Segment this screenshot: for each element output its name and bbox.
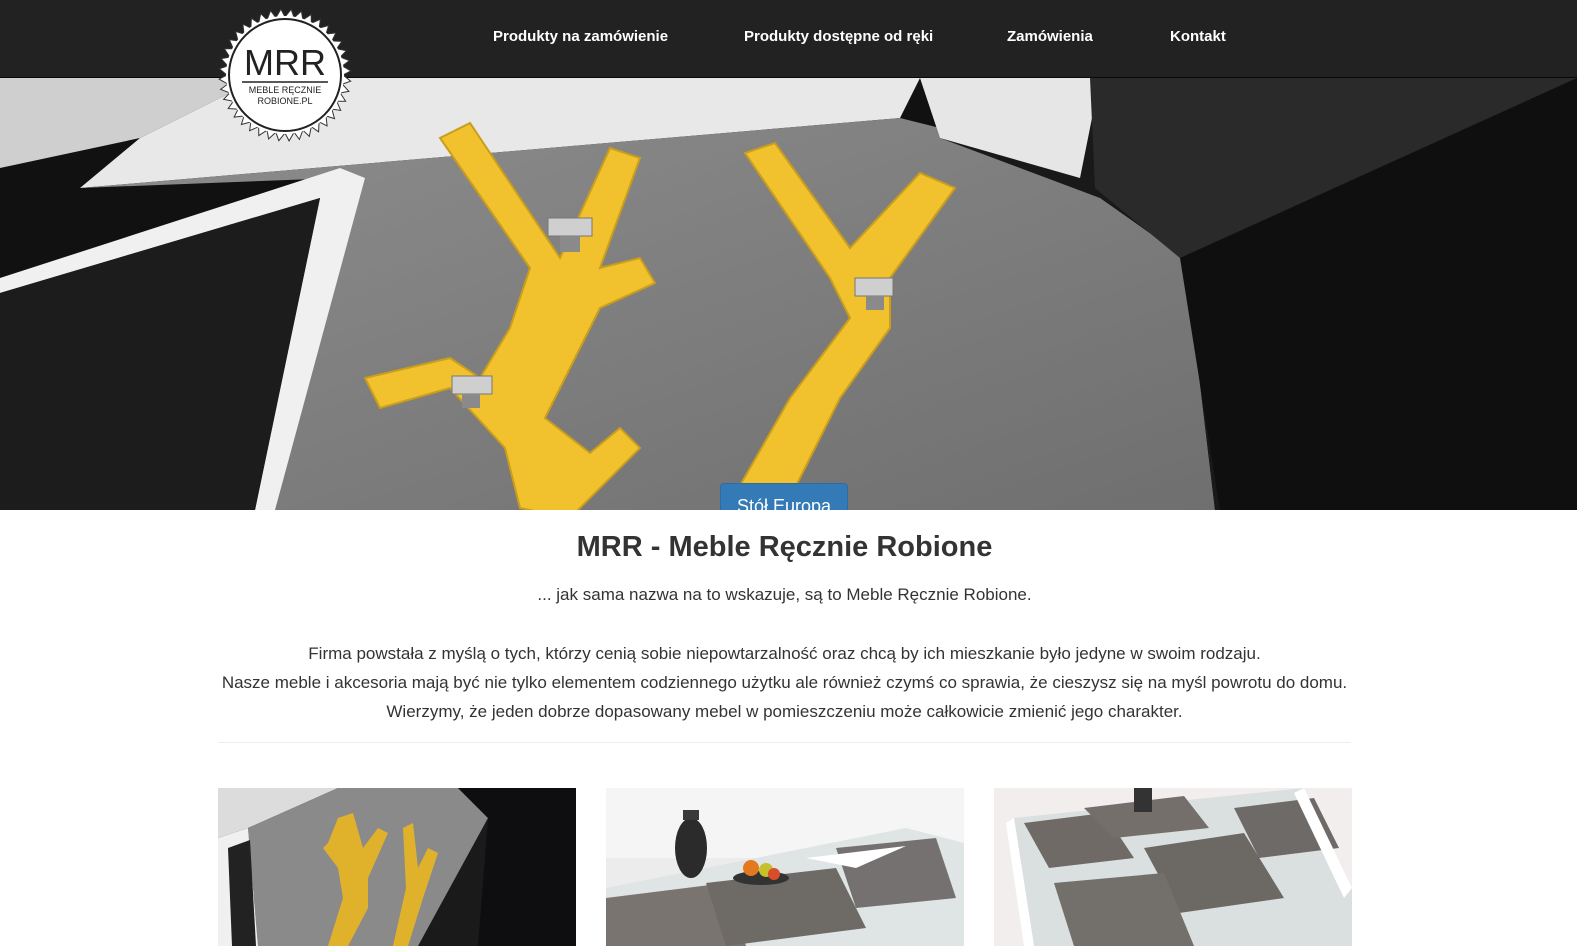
carousel-caption-button[interactable]: Stół Europa [720,483,848,510]
coat-rack-hero-image [0,78,1577,510]
saw-blade-logo-icon: MRR MEBLE RĘCZNIE ROBIONE.PL [218,8,352,142]
thumbnail-coat-rack[interactable] [218,788,576,946]
logo-subtext-1: MEBLE RĘCZNIE [249,85,322,95]
thumbnail-table-placemats[interactable] [994,788,1352,946]
logo[interactable]: MRR MEBLE RĘCZNIE ROBIONE.PL [218,8,352,142]
lead-text: ... jak sama nazwa na to wskazuje, są to… [537,585,1032,604]
table-vase-photo-icon [606,788,964,946]
coat-rack-photo-icon [218,788,576,946]
divider [218,742,1351,743]
thumbnail-table-vase[interactable] [606,788,964,946]
logo-text: MRR [244,42,326,83]
page-title: MRR - Meble Ręcznie Robione [576,531,993,563]
main-content: MRR - Meble Ręcznie Robione ... jak sama… [218,510,1351,743]
nav-kontakt[interactable]: Kontakt [1170,28,1226,45]
nav-produkty-dostepne[interactable]: Produkty dostępne od ręki [744,28,933,45]
nav-produkty-na-zamowienie[interactable]: Produkty na zamówienie [493,28,668,45]
paragraph-1: Firma powstała z myślą o tych, którzy ce… [308,644,1261,663]
table-placemats-photo-icon [994,788,1352,946]
paragraph-2: Nasze meble i akcesoria mają być nie tyl… [221,673,1348,692]
hero-carousel[interactable]: Stół Europa [0,78,1577,510]
paragraph-3: Wierzymy, że jeden dobrze dopasowany meb… [386,702,1183,721]
logo-subtext-2: ROBIONE.PL [257,96,312,106]
nav-zamowienia[interactable]: Zamówienia [1007,28,1093,45]
product-thumbnails [218,788,1352,946]
